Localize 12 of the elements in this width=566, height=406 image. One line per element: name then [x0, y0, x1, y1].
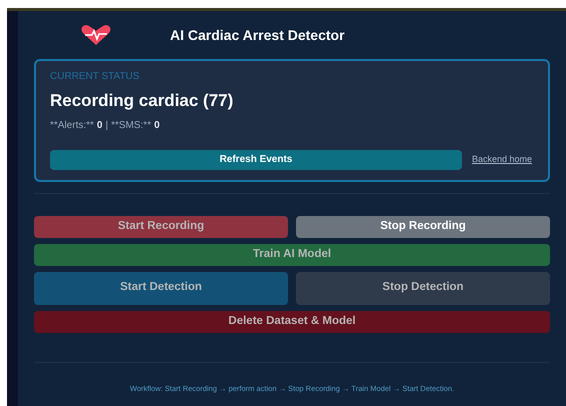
separator: | — [105, 118, 108, 132]
alerts-label: **Alerts:** — [50, 118, 94, 132]
app-title: AI Cardiac Arrest Detector — [170, 26, 345, 44]
alerts-count: 0 — [96, 118, 102, 132]
status-label: CURRENT STATUS — [50, 70, 140, 84]
refresh-events-button[interactable]: Refresh Events — [50, 150, 462, 170]
status-heading: Recording cardiac (77) — [50, 90, 234, 112]
sms-label: **SMS:** — [111, 118, 152, 132]
sms-count: 0 — [154, 118, 160, 132]
backend-home-link[interactable]: Backend home — [472, 152, 534, 166]
heartbeat-icon — [80, 25, 112, 45]
action-button[interactable]: Stop Recording — [296, 216, 550, 238]
